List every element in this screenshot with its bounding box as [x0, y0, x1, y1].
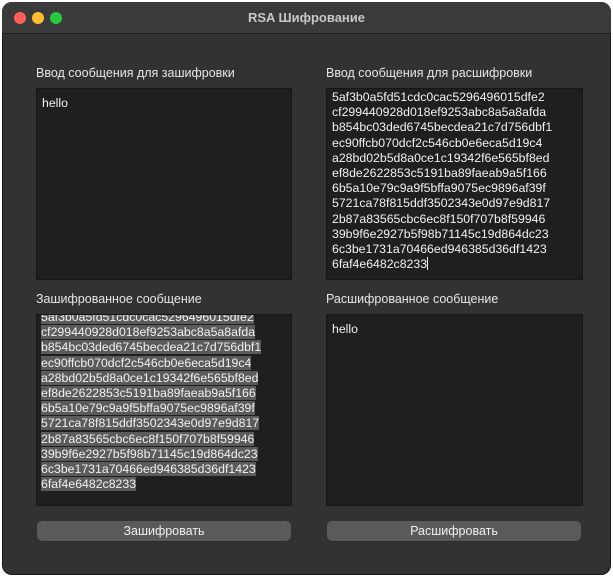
decrypt-button[interactable]: Расшифровать — [327, 521, 581, 541]
decrypt-input-field[interactable]: 5af3b0a5fd51cdc0cac5296496015dfe2 cf2994… — [326, 88, 583, 280]
window-title: RSA Шифрование — [247, 10, 365, 25]
decrypt-input-label: Ввод сообщения для расшифровки — [326, 66, 533, 80]
decrypted-output-label: Расшифрованное сообщение — [326, 292, 499, 306]
decrypt-input-text: 5af3b0a5fd51cdc0cac5296496015dfe2 cf2994… — [332, 90, 553, 272]
text-caret — [427, 257, 429, 271]
title-bar: RSA Шифрование — [2, 2, 611, 34]
encrypted-output-field[interactable]: 5af3b0a5fd51cdc0cac5296496015dfe2 cf2994… — [36, 314, 292, 506]
decrypted-output-field[interactable]: hello — [326, 314, 583, 506]
app-window: RSA Шифрование Ввод сообщения для зашифр… — [2, 2, 611, 575]
encrypt-input-label: Ввод сообщения для зашифровки — [36, 66, 235, 80]
encrypted-output-label: Зашифрованное сообщение — [36, 292, 202, 306]
encrypt-button[interactable]: Зашифровать — [37, 521, 291, 541]
encrypted-output-text: 5af3b0a5fd51cdc0cac5296496015dfe2 cf2994… — [37, 315, 291, 492]
encrypt-input-field[interactable]: hello — [36, 88, 292, 280]
encrypt-input-text: hello — [42, 96, 68, 110]
decrypted-output-text: hello — [332, 322, 358, 336]
